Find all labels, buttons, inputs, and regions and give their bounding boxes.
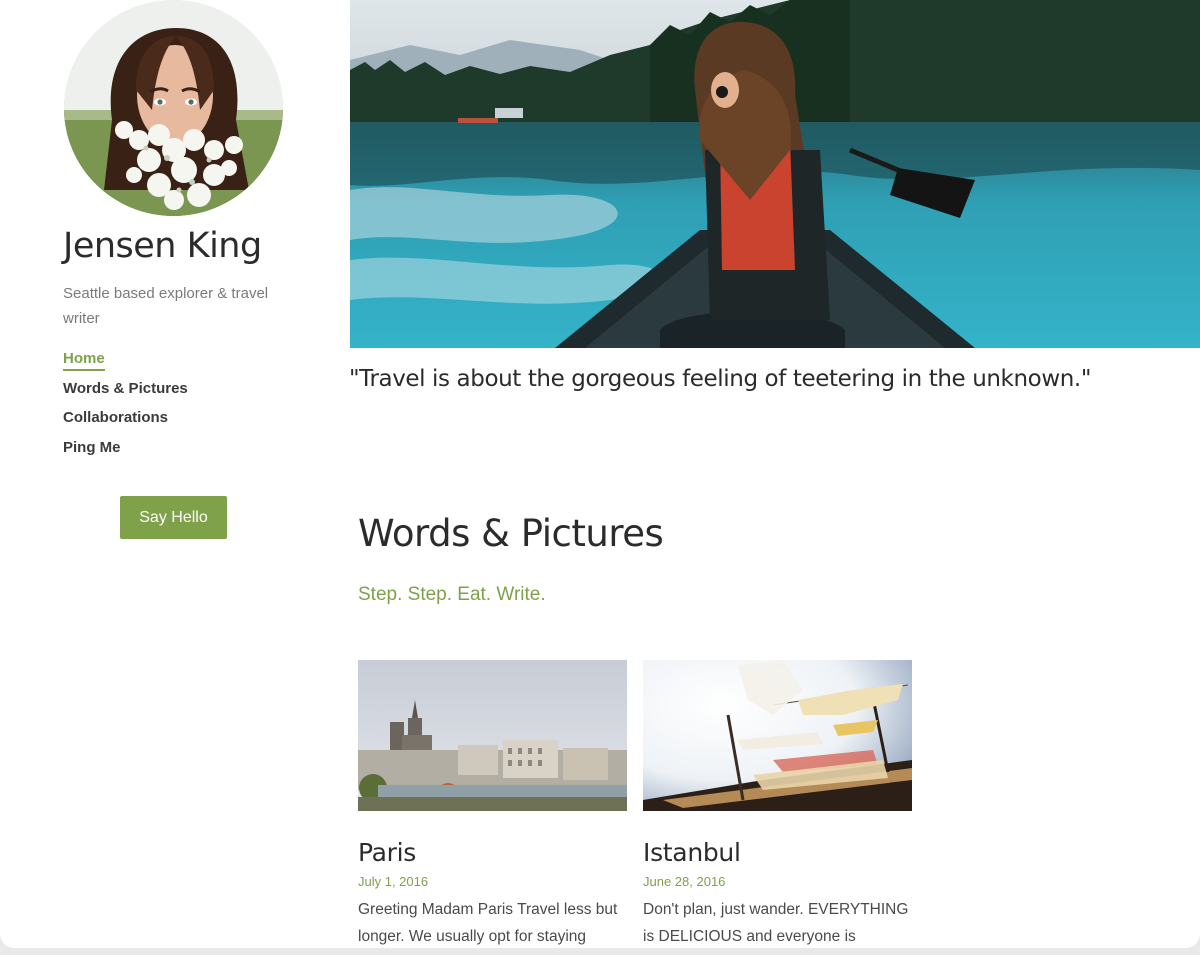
say-hello-button[interactable]: Say Hello [120, 496, 227, 539]
nav-item-collaborations[interactable]: Collaborations [63, 406, 188, 436]
post-date: July 1, 2016 [358, 874, 429, 889]
hero-quote: "Travel is about the gorgeous feeling of… [349, 366, 1091, 392]
post-card-istanbul: Istanbul June 28, 2016 Don't plan, just … [643, 660, 912, 948]
avatar [64, 0, 283, 216]
nav-item-home[interactable]: Home [63, 347, 188, 377]
nav-item-ping-me[interactable]: Ping Me [63, 436, 188, 466]
nav-item-label: Home [63, 350, 105, 371]
post-card-paris: Paris July 1, 2016 Greeting Madam Paris … [358, 660, 627, 948]
post-excerpt: Greeting Madam Paris Travel less but lon… [358, 901, 618, 945]
nav-item-label: Words & Pictures [63, 379, 188, 397]
post-title[interactable]: Istanbul [643, 838, 912, 867]
hero-image [350, 0, 1200, 348]
profile-name: Jensen King [63, 226, 262, 266]
sidebar: Jensen King Seattle based explorer & tra… [0, 0, 350, 948]
post-thumbnail-istanbul[interactable] [643, 660, 912, 811]
nav-item-label: Ping Me [63, 438, 121, 456]
post-date: June 28, 2016 [643, 874, 726, 889]
post-thumbnail-paris[interactable] [358, 660, 627, 811]
nav-item-label: Collaborations [63, 409, 169, 426]
section-subtitle: Step. Step. Eat. Write. [358, 584, 546, 605]
post-title[interactable]: Paris [358, 838, 627, 867]
section-title: Words & Pictures [358, 512, 664, 555]
post-excerpt: Don't plan, just wander. EVERYTHING is D… [643, 901, 909, 945]
profile-tagline: Seattle based explorer & travel writer [63, 285, 269, 327]
browser-viewport: Jensen King Seattle based explorer & tra… [0, 0, 1200, 948]
main-nav: Home Words & Pictures Collaborations Pin… [63, 347, 188, 465]
nav-item-words-pictures[interactable]: Words & Pictures [63, 377, 188, 407]
